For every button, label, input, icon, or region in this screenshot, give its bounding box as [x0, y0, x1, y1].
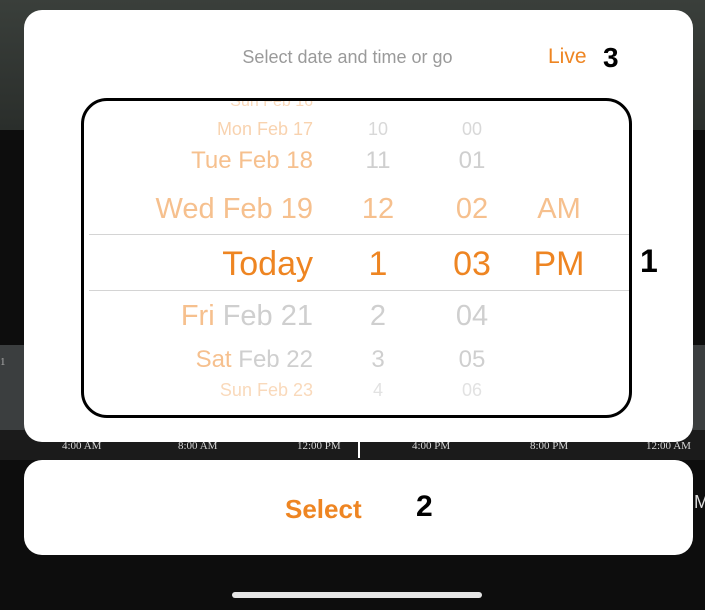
callout-picker: 1 [640, 243, 658, 279]
date-wheel-item[interactable]: Wed Feb 19 [156, 193, 313, 226]
weekday: Fri [180, 300, 215, 332]
minute-wheel-item[interactable]: 00 [442, 119, 502, 140]
minute-wheel-item[interactable]: 04 [442, 300, 502, 333]
minute-wheel-item[interactable]: 05 [442, 346, 502, 374]
hour-wheel-item[interactable]: 4 [348, 380, 408, 401]
background-edge-text: M [694, 492, 705, 512]
callout-live: 3 [603, 42, 619, 73]
minute-wheel-item[interactable]: 01 [442, 147, 502, 175]
hour-wheel-selected[interactable]: 1 [348, 245, 408, 284]
date-wheel-item[interactable]: Sun Feb 23 [220, 380, 313, 401]
date-wheel-item[interactable]: Sun Feb 16 [230, 101, 313, 111]
picker-title: Select date and time or go [242, 47, 453, 67]
date-wheel-item[interactable]: Tue Feb 18 [191, 147, 313, 175]
selection-top-line [89, 234, 629, 235]
date-wheel-item[interactable]: Fri Feb 21 [181, 300, 313, 333]
datetime-wheel-picker[interactable]: Sun Feb 16 Mon Feb 17 Tue Feb 18 Wed Feb… [81, 98, 632, 418]
live-button[interactable]: Live [548, 45, 587, 69]
hour-wheel-item[interactable]: 2 [348, 300, 408, 333]
ampm-wheel-item[interactable]: AM [524, 193, 594, 226]
hour-wheel-item[interactable]: 12 [348, 193, 408, 226]
hour-wheel-item[interactable]: 10 [348, 119, 408, 140]
date-wheel-item[interactable]: Sat Feb 22 [196, 346, 313, 374]
minute-wheel-item[interactable]: 02 [442, 193, 502, 226]
background-edge-label: 1 [0, 356, 6, 368]
home-indicator[interactable] [232, 592, 482, 598]
callout-select: 2 [416, 490, 433, 523]
select-button-label: Select [285, 494, 362, 524]
hour-wheel-item[interactable]: 3 [348, 346, 408, 374]
minute-wheel-item[interactable]: 06 [442, 380, 502, 401]
month-day: Feb 21 [214, 300, 313, 332]
date-wheel-selected[interactable]: Today [222, 245, 313, 284]
minute-wheel-selected[interactable]: 03 [442, 245, 502, 284]
hour-wheel-item[interactable]: 11 [348, 147, 408, 175]
date-wheel-item[interactable]: Mon Feb 17 [217, 119, 313, 140]
selection-bottom-line [89, 290, 629, 291]
ampm-wheel-selected[interactable]: PM [524, 245, 594, 284]
